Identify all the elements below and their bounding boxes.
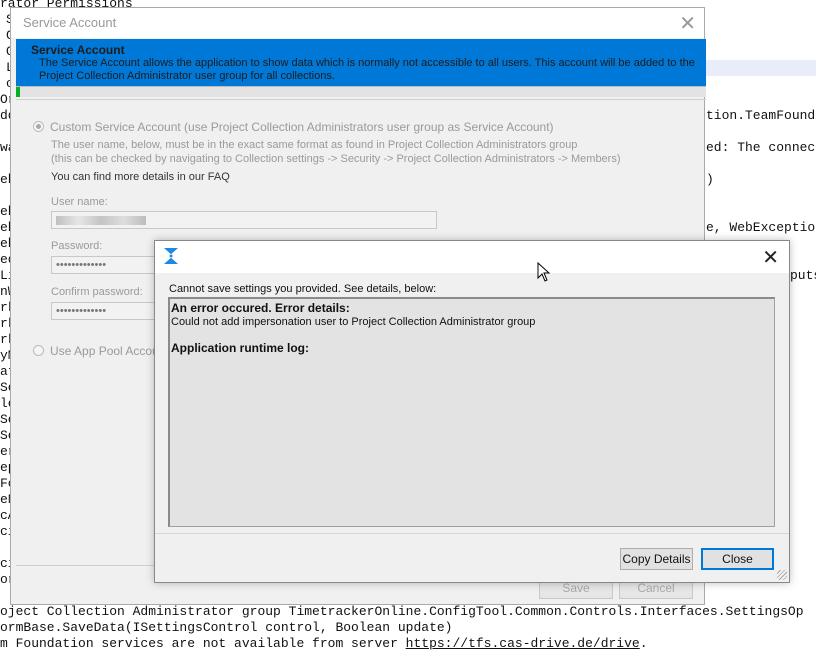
code-line: puts bbox=[790, 268, 816, 283]
close-button[interactable]: Close bbox=[701, 548, 774, 570]
password-field[interactable]: ••••••••••••• bbox=[51, 256, 161, 274]
password-label: Password: bbox=[51, 240, 103, 252]
faq-link[interactable]: You can find more details in our FAQ bbox=[51, 171, 230, 183]
app-pool-radio[interactable] bbox=[33, 345, 44, 356]
blurred-username bbox=[56, 216, 146, 225]
header-title: Service Account bbox=[31, 43, 125, 57]
service-account-header: Service Account The Service Account allo… bbox=[16, 39, 706, 86]
app-logo-icon bbox=[164, 248, 178, 264]
code-line: tion.TeamFound bbox=[706, 108, 816, 123]
close-icon[interactable]: ✕ bbox=[679, 11, 696, 36]
service-account-titlebar: Service Account ✕ bbox=[11, 8, 704, 38]
custom-account-label: Custom Service Account (use Project Coll… bbox=[50, 120, 554, 134]
copy-details-button[interactable]: Copy Details bbox=[620, 548, 693, 570]
username-field[interactable] bbox=[51, 211, 437, 229]
error-dialog: ✕ Cannot save settings you provided. See… bbox=[154, 240, 790, 583]
divider bbox=[16, 99, 706, 100]
code-line: ormBase.SaveData(ISettingsControl contro… bbox=[0, 620, 453, 635]
code-line: ) bbox=[706, 172, 714, 187]
code-line: oject Collection Administrator group Tim… bbox=[0, 604, 804, 619]
server-link[interactable]: https://tfs.cas-drive.de/drive bbox=[406, 636, 640, 651]
error-dialog-titlebar: ✕ bbox=[155, 241, 789, 273]
mouse-cursor-icon bbox=[537, 262, 551, 282]
app-pool-label: Use App Pool Account bbox=[50, 344, 169, 358]
code-line: e, WebException bbox=[706, 220, 816, 235]
custom-help-line-2: (this can be checked by navigating to Co… bbox=[51, 153, 621, 165]
confirm-password-label: Confirm password: bbox=[51, 286, 143, 298]
custom-account-radio[interactable] bbox=[33, 121, 44, 132]
highlighted-line bbox=[700, 60, 816, 76]
code-line: m Foundation services are not available … bbox=[0, 636, 648, 651]
error-details-box[interactable]: An error occured. Error details: Could n… bbox=[168, 297, 775, 527]
button-area-divider bbox=[155, 533, 789, 534]
runtime-log-heading: Application runtime log: bbox=[171, 341, 309, 355]
error-message: Cannot save settings you provided. See d… bbox=[169, 283, 437, 295]
progress-bar bbox=[16, 86, 706, 97]
code-line: ed: The connec bbox=[706, 140, 816, 155]
close-icon[interactable]: ✕ bbox=[762, 245, 779, 270]
custom-help-line-1: The user name, below, must be in the exa… bbox=[51, 139, 578, 151]
header-description: The Service Account allows the applicati… bbox=[39, 57, 695, 82]
details-heading: An error occured. Error details: bbox=[171, 301, 350, 315]
details-text: Could not add impersonation user to Proj… bbox=[171, 316, 536, 328]
confirm-password-field[interactable]: ••••••••••••• bbox=[51, 302, 161, 320]
window-title: Service Account bbox=[23, 15, 117, 30]
username-label: User name: bbox=[51, 196, 108, 208]
resize-grip-icon[interactable] bbox=[777, 570, 787, 580]
progress-fill bbox=[16, 87, 21, 97]
